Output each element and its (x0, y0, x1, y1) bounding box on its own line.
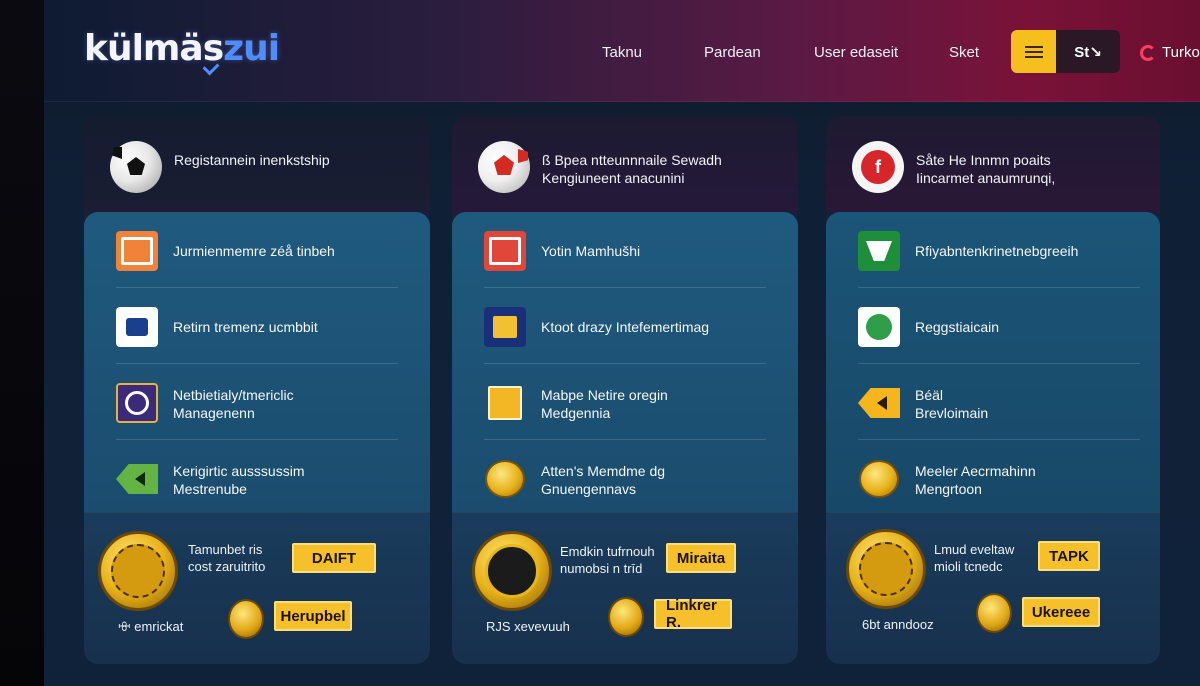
language-icon (1140, 44, 1156, 61)
language-label: Turko (1162, 44, 1200, 61)
column-title[interactable]: Såte He Innmn poaits Iincarmet anaumrunq… (916, 151, 1156, 187)
list-item[interactable]: Kerigirtic ausssussim Mestrenube (116, 440, 398, 516)
yellow-arrow-icon (858, 383, 900, 423)
list-item[interactable]: Reggstiaicain (858, 288, 1140, 364)
list-item[interactable]: Netbietialy/tmericlic Managenenn (116, 364, 398, 440)
small-coin-icon (608, 597, 644, 637)
list-item[interactable]: Ktoot drazy Intefemertimag (484, 288, 766, 364)
list-item-label: Netbietialy/tmericlic Managenenn (173, 387, 294, 421)
feature-list: Jurmienmemre zéå tinbeh Retirn tremenz u… (84, 212, 430, 512)
list-item[interactable]: Meeler Aecrmahinn Mengrtoon (858, 440, 1140, 516)
footer-link[interactable]: 6bt anndooz (862, 617, 934, 632)
feature-list: Yotin Mamhušhi Ktoot drazy Intefemertima… (452, 212, 798, 512)
list-item-label: Atten's Memdme dg Gnuengennavs (541, 463, 666, 497)
primary-cta-button[interactable]: DAIFT (292, 543, 376, 573)
list-item-label: Retirn tremenz ucmbbit (173, 319, 318, 335)
bank-card-icon (116, 307, 158, 347)
nav-item-4[interactable]: Sket (949, 44, 979, 61)
nav-item-2[interactable]: Pardean (704, 44, 761, 61)
secondary-cta-button[interactable]: Ukereee (1022, 597, 1100, 627)
list-item-label: Rfiyabntenkrinetnebgreeih (915, 243, 1079, 259)
gold-medal-icon (98, 531, 178, 611)
list-item[interactable]: Rfiyabntenkrinetnebgreeih (858, 212, 1140, 288)
column-header: ß Bpea ntteunnnaile Sewadh Kengiuneent a… (452, 116, 798, 212)
orange-frame-icon (116, 231, 158, 271)
promo-text: Tamunbet ris cost zaruitrito (188, 542, 266, 574)
list-item[interactable]: Yotin Mamhušhi (484, 212, 766, 288)
list-item-label: Meeler Aecrmahinn Mengrtoon (915, 463, 1036, 497)
menu-button[interactable] (1011, 30, 1056, 73)
gold-coin-icon (858, 459, 900, 499)
red-ball-icon (478, 141, 530, 193)
list-item[interactable]: Atten's Memdme dg Gnuengennavs (484, 440, 766, 516)
nav-item-3[interactable]: User edaseit (814, 44, 898, 61)
red-badge-icon: f (852, 141, 904, 193)
list-item-label: Yotin Mamhušhi (541, 243, 641, 259)
list-item-label: Ktoot drazy Intefemertimag (541, 319, 710, 335)
gold-medal-icon (846, 529, 926, 609)
green-globe-icon (858, 307, 900, 347)
promo-panel: Emdkin tufrnouh numobsi n trīd Miraita L… (452, 512, 798, 664)
navy-card-icon (484, 307, 526, 347)
green-shield-icon (858, 231, 900, 271)
secondary-cta-button[interactable]: Linkrer R. (654, 597, 732, 631)
list-item[interactable]: Retirn tremenz ucmbbit (116, 288, 398, 364)
app-window: külmäszui Taknu Pardean User edaseit Ske… (44, 0, 1200, 686)
promo-panel: Tamunbet ris cost zaruitrito DAIFT Herup… (84, 512, 430, 664)
st-button[interactable]: St↘ (1056, 30, 1120, 73)
nav-item-1[interactable]: Taknu (602, 44, 642, 61)
promo-text: Lmud eveltaw mioli tcnedc (934, 542, 1015, 574)
green-arrow-icon (116, 459, 158, 499)
soccer-ball-icon (110, 141, 162, 193)
primary-cta-button[interactable]: Miraita (666, 543, 736, 573)
list-item[interactable]: Jurmienmemre zéå tinbeh (116, 212, 398, 288)
footer-link[interactable]: ꗳ emrickat (118, 619, 183, 635)
column-title[interactable]: Registannein inenkstship (174, 151, 414, 169)
column-header: Registannein inenkstship (84, 116, 430, 212)
feature-column-1: Registannein inenkstship Jurmienmemre zé… (84, 116, 430, 664)
gold-coin-icon (484, 459, 526, 499)
menu-icon (1024, 45, 1043, 58)
list-item-label: Mabpe Netire oregin Medgennia (541, 387, 668, 421)
document-icon (484, 383, 526, 423)
footer-link[interactable]: RJS xevevuuh (486, 619, 570, 634)
list-item-label: Jurmienmemre zéå tinbeh (173, 243, 335, 259)
language-selector[interactable]: Turko (1140, 44, 1200, 61)
list-item[interactable]: Mabpe Netire oregin Medgennia (484, 364, 766, 440)
small-coin-icon (228, 599, 264, 639)
feature-list: Rfiyabntenkrinetnebgreeih Reggstiaicain … (826, 212, 1160, 512)
window-edge (0, 0, 44, 686)
small-coin-icon (976, 593, 1012, 633)
promo-text: Emdkin tufrnouh numobsi n trīd (560, 544, 655, 576)
column-header: f Såte He Innmn poaits Iincarmet anaumru… (826, 116, 1160, 212)
column-title[interactable]: ß Bpea ntteunnnaile Sewadh Kengiuneent a… (542, 151, 782, 187)
feature-column-3: f Såte He Innmn poaits Iincarmet anaumru… (826, 116, 1160, 664)
secondary-cta-button[interactable]: Herupbel (274, 601, 352, 631)
list-item[interactable]: Béäl Brevloimain (858, 364, 1140, 440)
dark-medal-icon (472, 531, 552, 611)
promo-panel: Lmud eveltaw mioli tcnedc TAPK Ukereee 6… (826, 512, 1160, 664)
list-item-label: Béäl Brevloimain (915, 387, 989, 421)
purple-ring-icon (116, 383, 158, 423)
feature-column-2: ß Bpea ntteunnnaile Sewadh Kengiuneent a… (452, 116, 798, 664)
primary-cta-button[interactable]: TAPK (1038, 541, 1100, 571)
list-item-label: Kerigirtic ausssussim Mestrenube (173, 463, 305, 497)
red-frame-icon (484, 231, 526, 271)
top-header: külmäszui Taknu Pardean User edaseit Ske… (44, 0, 1200, 102)
list-item-label: Reggstiaicain (915, 319, 1000, 335)
